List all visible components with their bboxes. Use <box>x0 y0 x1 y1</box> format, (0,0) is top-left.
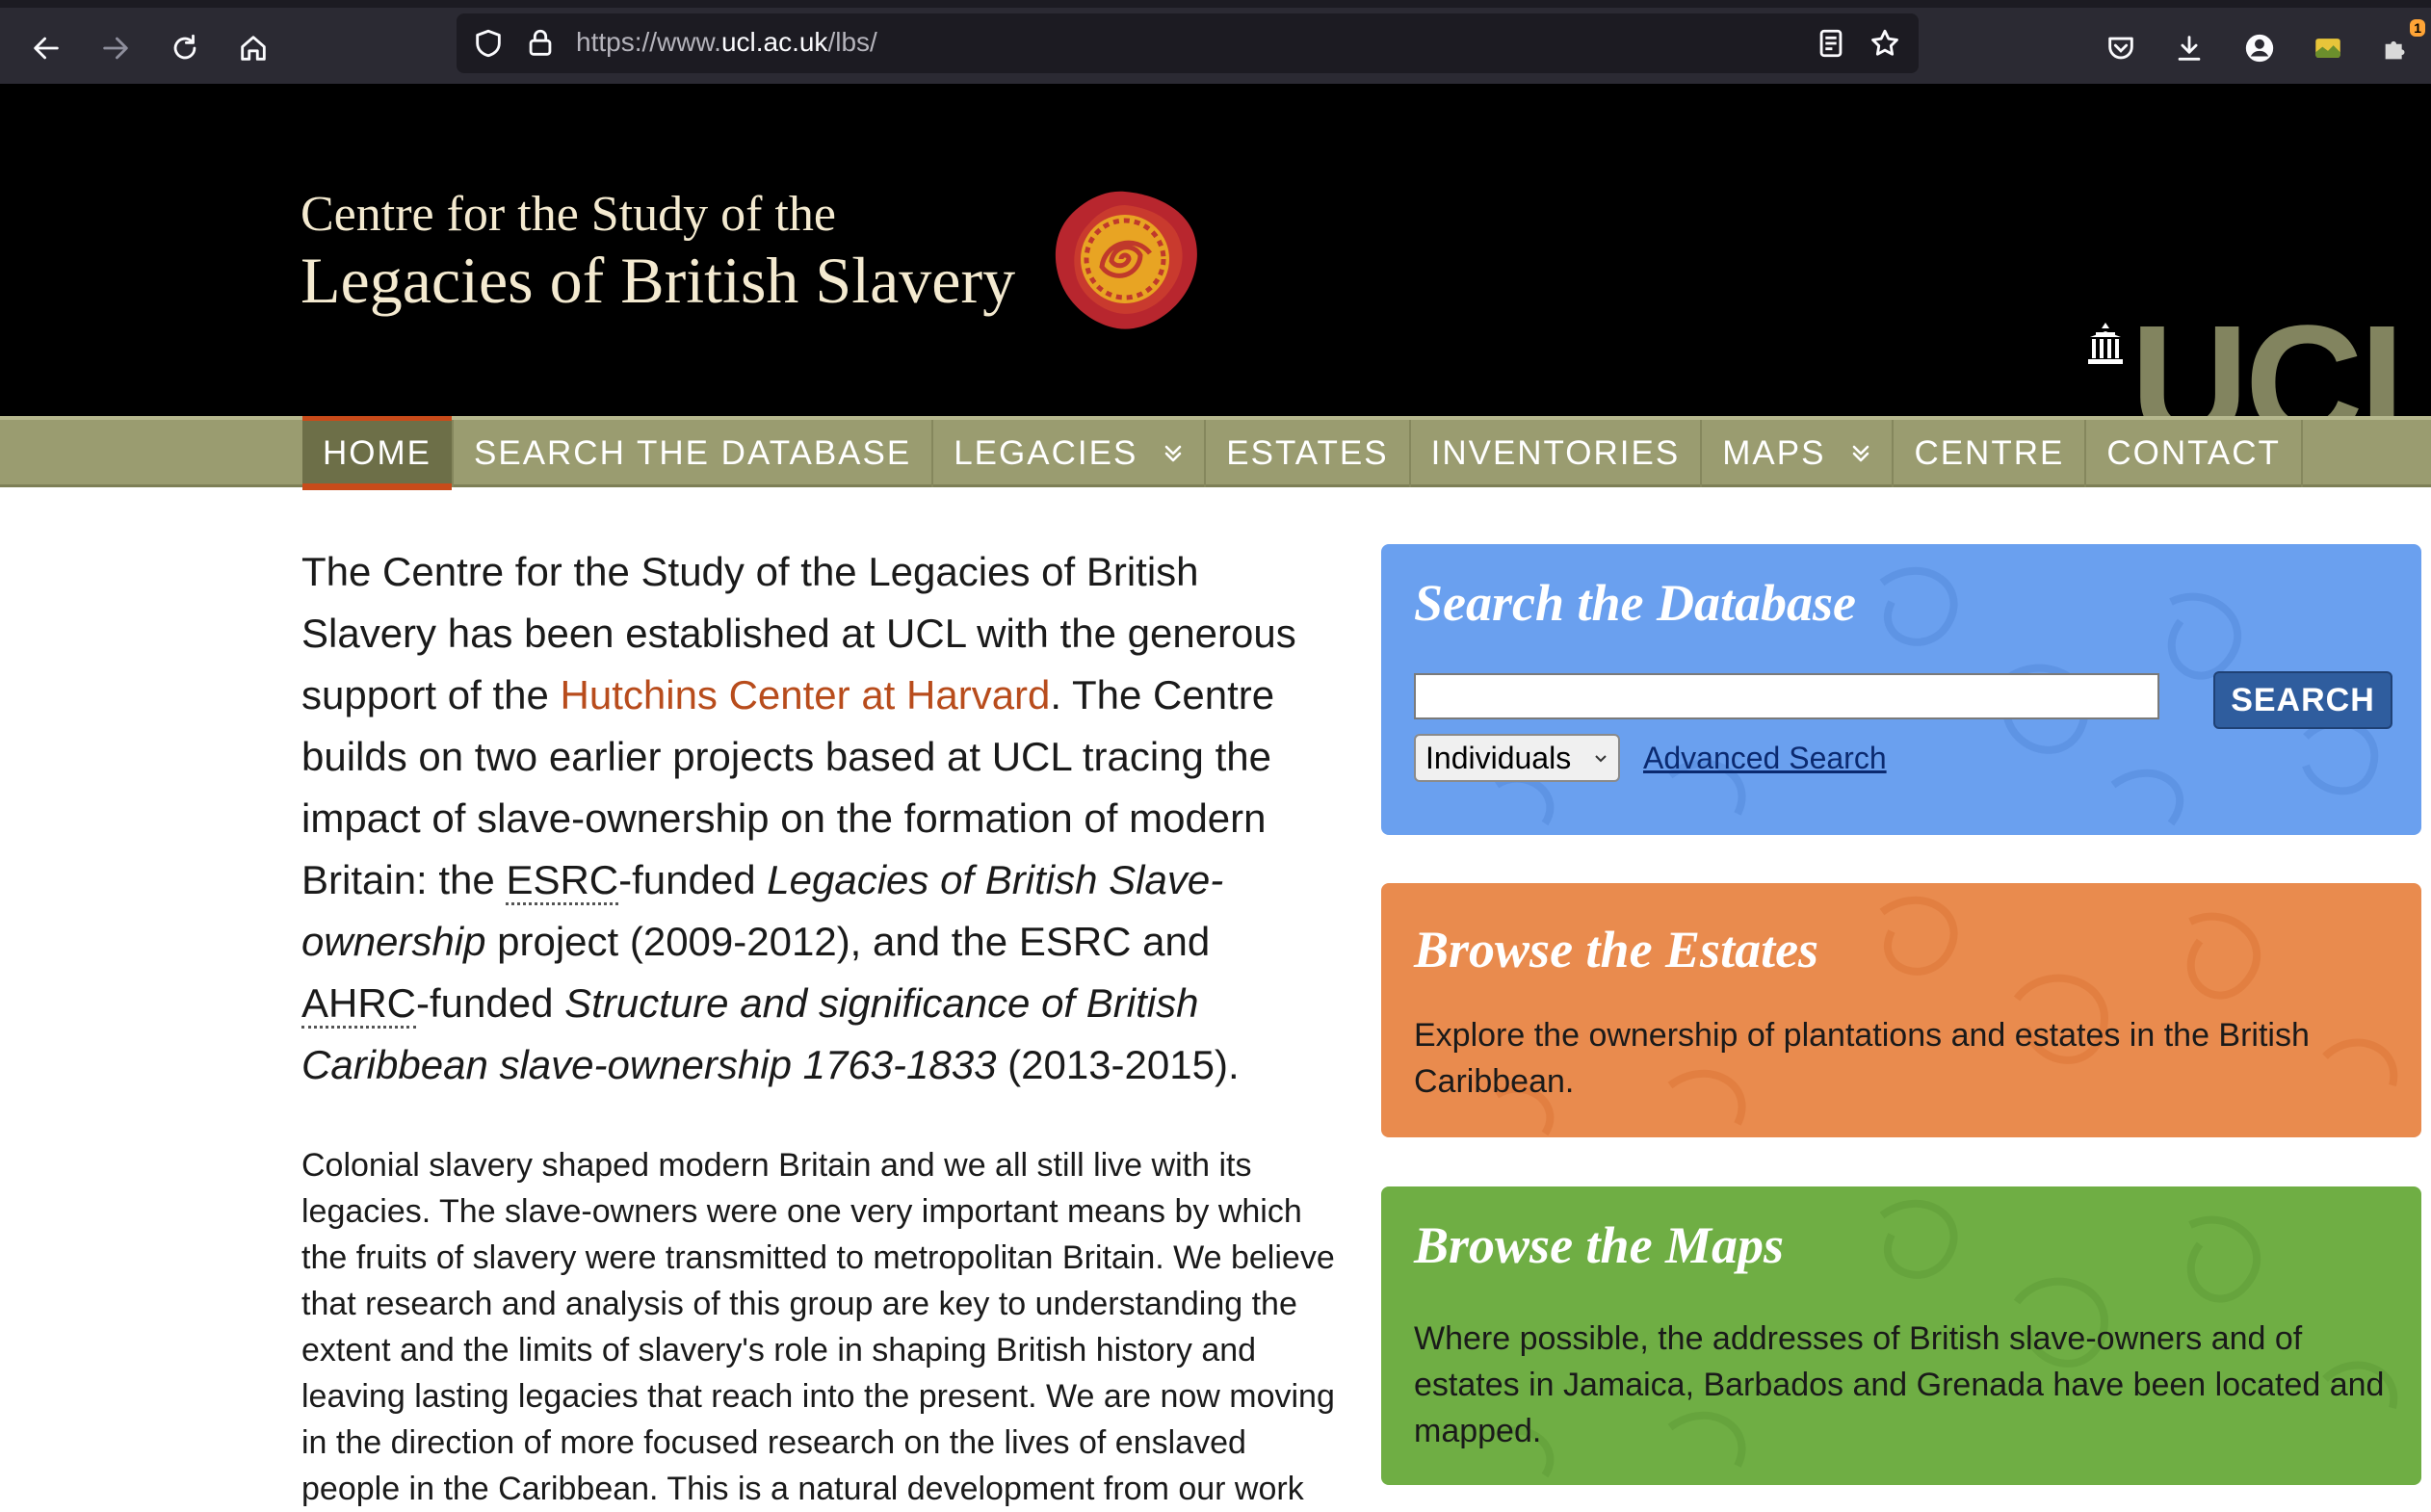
maps-panel-text: Where possible, the addresses of British… <box>1414 1320 2385 1449</box>
main-nav: HOME SEARCH THE DATABASE LEGACIES ESTATE… <box>0 416 2431 490</box>
hutchins-center-link[interactable]: Hutchins Center at Harvard <box>561 672 1051 717</box>
spiral-seal-logo-icon[interactable] <box>1048 184 1202 338</box>
ahrc-abbreviation[interactable]: AHRC <box>301 980 417 1029</box>
search-panel-title[interactable]: Search the Database <box>1414 573 1856 633</box>
ucl-portico-icon <box>2088 323 2123 364</box>
reload-button[interactable] <box>160 23 210 73</box>
forward-button[interactable] <box>91 23 141 73</box>
nav-item-legacies[interactable]: LEGACIES <box>933 420 1207 487</box>
chevron-down-icon <box>1595 755 1607 763</box>
nav-item-maps[interactable]: MAPS <box>1702 420 1895 487</box>
browser-toolbar: https://www.ucl.ac.uk/lbs/ 1 <box>0 0 2431 84</box>
downloads-button[interactable] <box>2164 23 2214 73</box>
nav-item-inventories[interactable]: INVENTORIES <box>1411 420 1703 487</box>
account-button[interactable] <box>2235 23 2285 73</box>
database-search-input[interactable] <box>1414 673 2159 719</box>
extension-puzzle-icon <box>2385 40 2405 60</box>
site-title-line2[interactable]: Legacies of British Slavery <box>301 248 1015 313</box>
browse-estates-panel[interactable]: Browse the Estates Explore the ownership… <box>1381 883 2421 1137</box>
forward-arrow-icon <box>103 37 128 60</box>
reader-view-icon[interactable] <box>1815 27 1847 60</box>
nav-item-contact[interactable]: CONTACT <box>2086 420 2303 487</box>
esrc-abbreviation[interactable]: ESRC <box>506 857 619 905</box>
bookmark-star-icon[interactable] <box>1869 27 1901 60</box>
search-type-select[interactable]: Individuals <box>1414 734 1620 782</box>
tracking-shield-icon[interactable] <box>472 27 505 60</box>
nav-item-centre[interactable]: CENTRE <box>1894 420 2087 487</box>
back-arrow-icon <box>34 37 59 60</box>
estates-panel-title[interactable]: Browse the Estates <box>1414 920 1818 979</box>
home-button[interactable] <box>228 23 278 73</box>
search-database-panel: Search the Database SEARCH Individuals A… <box>1381 544 2421 835</box>
url-text[interactable]: https://www.ucl.ac.uk/lbs/ <box>576 27 877 58</box>
pocket-icon <box>2108 37 2133 60</box>
maps-panel-title[interactable]: Browse the Maps <box>1414 1215 1784 1275</box>
url-bar[interactable]: https://www.ucl.ac.uk/lbs/ <box>457 13 1919 73</box>
home-icon <box>241 36 266 61</box>
intro-paragraph: The Centre for the Study of the Legacies… <box>301 549 1296 1087</box>
nav-item-estates[interactable]: ESTATES <box>1206 420 1411 487</box>
extension-button[interactable] <box>2303 23 2353 73</box>
double-chevron-down-icon <box>1164 445 1182 462</box>
lock-icon[interactable] <box>524 27 557 60</box>
nav-item-search-the-database[interactable]: SEARCH THE DATABASE <box>454 420 934 487</box>
account-icon <box>2245 34 2274 63</box>
advanced-search-link[interactable]: Advanced Search <box>1643 741 1887 776</box>
extension-landscape-icon <box>2315 39 2340 58</box>
search-button[interactable]: SEARCH <box>2213 671 2392 729</box>
back-button[interactable] <box>21 23 71 73</box>
browse-maps-panel[interactable]: Browse the Maps Where possible, the addr… <box>1381 1186 2421 1485</box>
body-paragraph: Colonial slavery shaped modern Britain a… <box>301 1147 1335 1507</box>
estates-panel-text: Explore the ownership of plantations and… <box>1414 1017 2310 1100</box>
nav-item-home[interactable]: HOME <box>302 416 454 490</box>
pocket-button[interactable] <box>2096 23 2146 73</box>
double-chevron-down-icon <box>1853 445 1869 462</box>
site-header: Centre for the Study of the Legacies of … <box>0 84 2431 416</box>
extension-badge: 1 <box>2410 19 2425 37</box>
site-title-line1[interactable]: Centre for the Study of the <box>301 190 836 240</box>
reload-icon <box>173 34 196 60</box>
download-icon <box>2178 36 2201 61</box>
extensions-menu-button[interactable]: 1 <box>2371 19 2425 73</box>
ucl-logo[interactable]: UCL <box>2130 301 2431 416</box>
